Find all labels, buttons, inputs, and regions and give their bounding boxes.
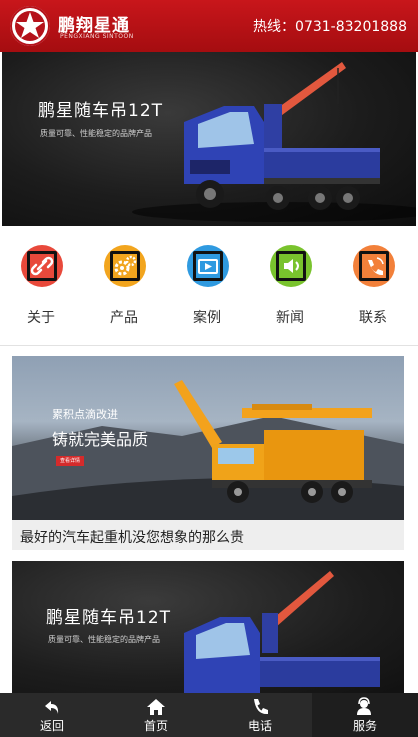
bottom-nav-bar: 返回 首页 电话 服务 bbox=[0, 693, 418, 737]
link-icon bbox=[27, 252, 57, 280]
nav-label-news: 新闻 bbox=[276, 310, 304, 326]
home-icon bbox=[146, 697, 166, 717]
service-icon bbox=[354, 697, 374, 717]
divider bbox=[0, 345, 418, 346]
tab-home[interactable]: 首页 bbox=[104, 693, 208, 737]
news-image: 鹏星随车吊12T 质量可靠、性能稳定的品牌产品 bbox=[12, 561, 404, 694]
phone-icon bbox=[359, 252, 389, 280]
back-arrow-icon bbox=[42, 697, 62, 717]
hotline[interactable]: 热线：0731-83201888 bbox=[253, 16, 407, 36]
nav-label-products: 产品 bbox=[110, 310, 138, 326]
crane-truck-image bbox=[132, 62, 416, 222]
news-image: 累积点滴改进 铸就完美品质 查看详情 bbox=[12, 356, 404, 520]
news-slogan-1: 累积点滴改进 bbox=[52, 408, 118, 421]
news-subtitle: 质量可靠、性能稳定的品牌产品 bbox=[48, 635, 160, 644]
nav-icon-row: 关于 产品 案例 新闻 联系 bbox=[0, 240, 418, 330]
video-icon bbox=[193, 252, 223, 280]
header: 鹏翔星通 PENGXIANG SINTOON 热线：0731-83201888 bbox=[0, 0, 418, 52]
gears-icon bbox=[110, 252, 140, 280]
news-card[interactable]: 累积点滴改进 铸就完美品质 查看详情 最好的汽车起重机没您想象的那么贵 bbox=[12, 356, 404, 550]
tab-service[interactable]: 服务 bbox=[312, 693, 418, 737]
phone-icon bbox=[250, 697, 270, 717]
news-caption[interactable]: 最好的汽车起重机没您想象的那么贵 bbox=[20, 527, 244, 547]
nav-label-contact: 联系 bbox=[359, 310, 387, 326]
hero-banner[interactable]: 鹏星随车吊12T 质量可靠、性能稳定的品牌产品 bbox=[2, 52, 416, 226]
speaker-icon bbox=[276, 252, 306, 280]
tab-label-back: 返回 bbox=[39, 719, 64, 733]
nav-label-cases: 案例 bbox=[193, 310, 221, 326]
tab-label-home: 首页 bbox=[143, 719, 168, 733]
tab-label-phone: 电话 bbox=[247, 719, 272, 733]
news-card[interactable]: 鹏星随车吊12T 质量可靠、性能稳定的品牌产品 bbox=[12, 561, 404, 694]
news-slogan-2: 铸就完美品质 bbox=[52, 430, 149, 449]
nav-label-about: 关于 bbox=[27, 310, 55, 326]
logo-icon[interactable] bbox=[10, 6, 50, 46]
tab-back[interactable]: 返回 bbox=[0, 693, 104, 737]
news-title: 鹏星随车吊12T bbox=[46, 608, 172, 628]
brand-subtitle: PENGXIANG SINTOON bbox=[60, 33, 134, 40]
view-details-button[interactable]: 查看详情 bbox=[56, 456, 84, 466]
tab-label-service: 服务 bbox=[352, 719, 377, 733]
tab-phone[interactable]: 电话 bbox=[208, 693, 312, 737]
